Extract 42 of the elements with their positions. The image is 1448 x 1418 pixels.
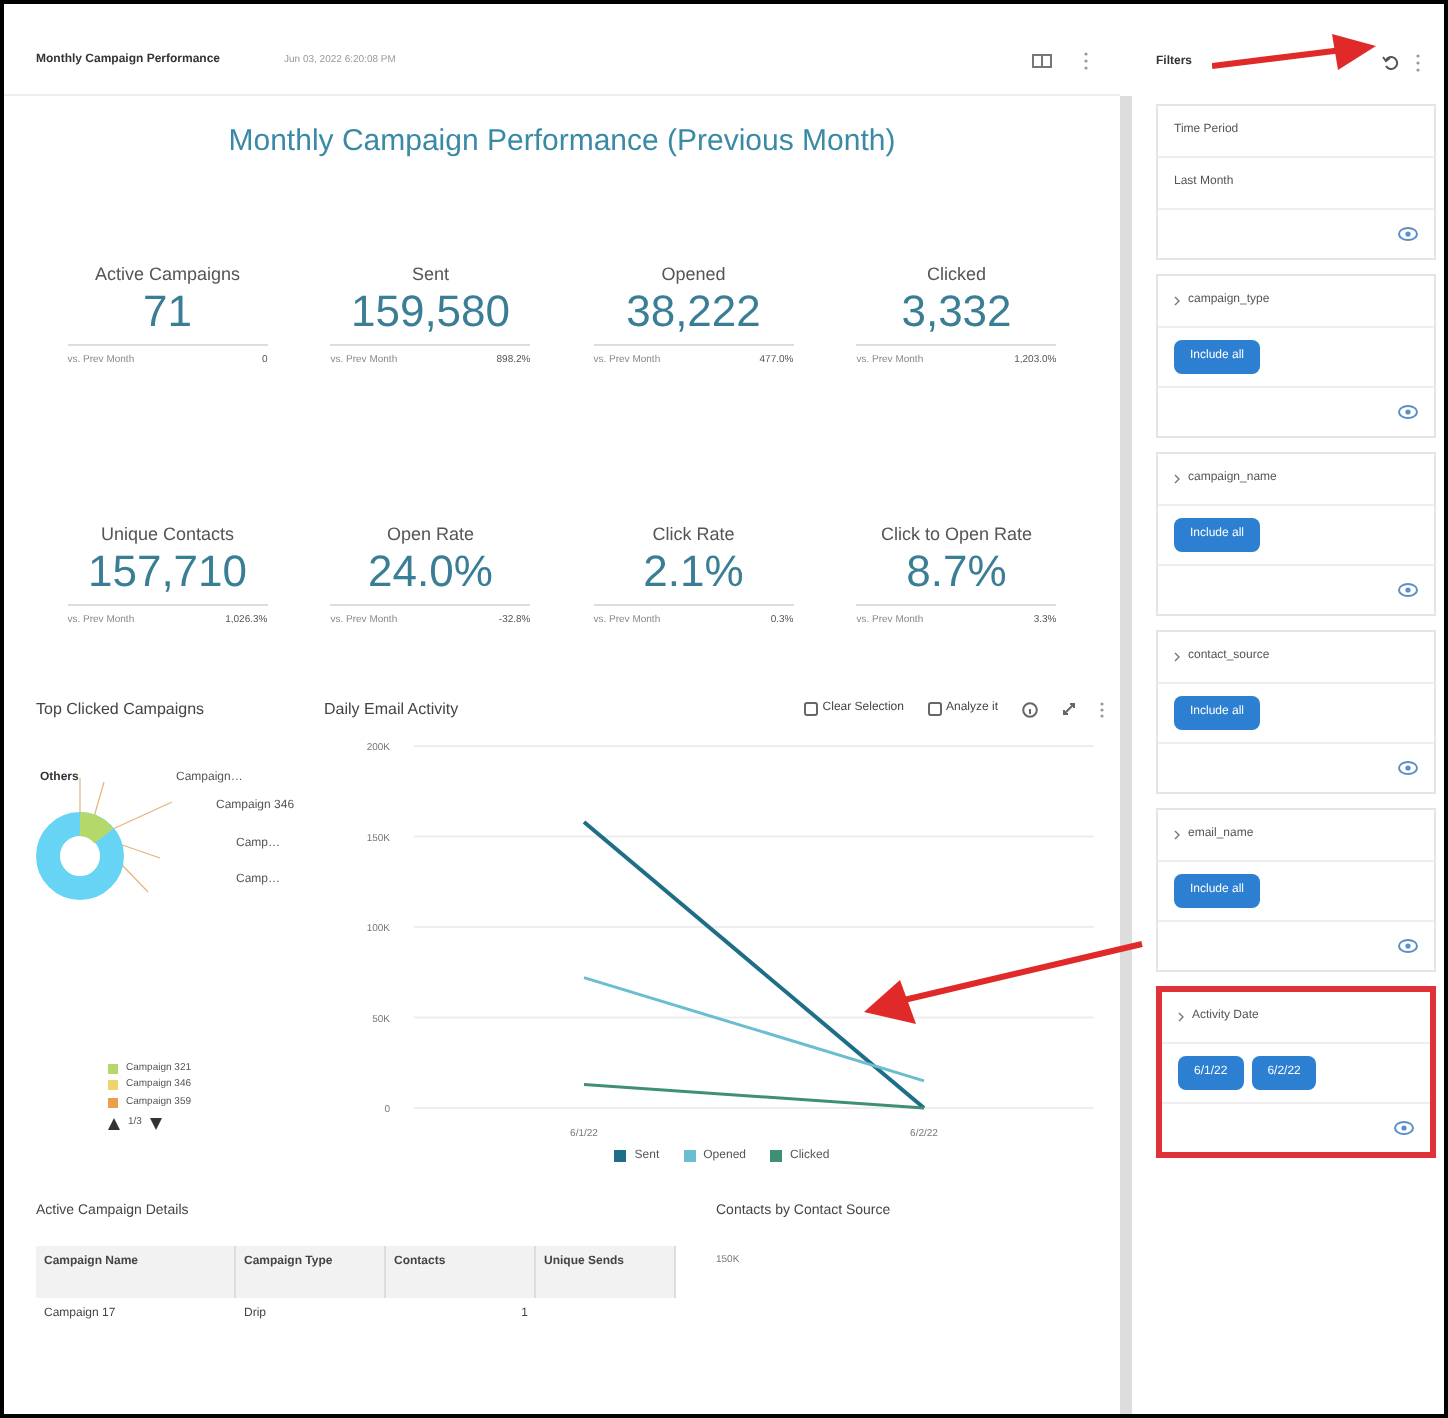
kpi-value: 71 xyxy=(143,288,192,336)
chevron-icon[interactable] xyxy=(1178,1012,1184,1022)
kpi-value: 3,332 xyxy=(901,288,1012,336)
selection-icon xyxy=(804,702,819,716)
kpi-label: Click to Open Rate xyxy=(880,521,1033,548)
eye-icon[interactable] xyxy=(1398,404,1418,420)
kpi-label: Open Rate xyxy=(386,521,475,548)
kpi-label: Unique Contacts xyxy=(100,521,235,548)
section-title: Daily Email Activity xyxy=(324,697,459,721)
legend-swatch xyxy=(614,1150,627,1162)
layout-icon[interactable] xyxy=(1032,54,1052,68)
kpi-value: 159,580 xyxy=(350,288,511,336)
eye-icon[interactable] xyxy=(1398,938,1418,954)
legend-swatch xyxy=(683,1150,696,1162)
info-icon[interactable] xyxy=(1022,701,1038,717)
kpi-value: 24.0% xyxy=(368,548,493,596)
kpi-value: 2.1% xyxy=(643,548,744,596)
kpi-label: Active Campaigns xyxy=(94,261,241,288)
kpi-value: 157,710 xyxy=(87,548,248,596)
expand-icon[interactable] xyxy=(1062,702,1076,716)
legend-swatch xyxy=(770,1150,782,1162)
eye-icon[interactable] xyxy=(1398,582,1418,598)
eye-icon[interactable] xyxy=(1398,226,1418,242)
undo-icon[interactable] xyxy=(1382,53,1400,71)
eye-icon[interactable] xyxy=(1394,1120,1414,1136)
kpi-label: Opened xyxy=(661,261,726,288)
next-icon[interactable] xyxy=(149,1117,162,1130)
kpi-label: Sent xyxy=(411,261,449,287)
chevron-icon[interactable] xyxy=(1174,474,1180,484)
kpi-label: Clicked xyxy=(926,261,986,287)
analyze-icon xyxy=(927,702,942,716)
kpi-value: 38,222 xyxy=(626,288,761,336)
chevron-icon[interactable] xyxy=(1174,652,1180,662)
kpi-label: Click Rate xyxy=(652,521,735,547)
section-title: Top Clicked Campaigns xyxy=(36,697,207,721)
donut-chart xyxy=(36,811,124,899)
kpi-value: 8.7% xyxy=(906,548,1007,596)
chevron-icon[interactable] xyxy=(1174,830,1180,840)
previous-icon[interactable] xyxy=(108,1117,120,1130)
eye-icon[interactable] xyxy=(1398,760,1418,776)
page-heading: Monthly Campaign Performance (Previous Month) xyxy=(228,122,896,162)
chevron-icon[interactable] xyxy=(1174,296,1180,306)
